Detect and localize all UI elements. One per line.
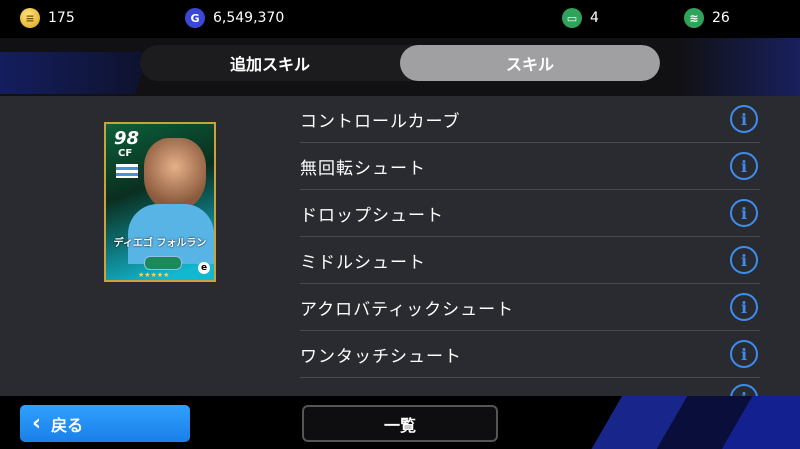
- info-icon[interactable]: i: [730, 105, 758, 133]
- coins-value: 175: [48, 10, 75, 26]
- coins-display: ≡ 175: [20, 8, 75, 28]
- ticket-icon: ▭: [562, 8, 582, 28]
- list-item: アクロバティックシュート i: [300, 284, 760, 331]
- coin-icon: ≡: [20, 8, 40, 28]
- ticket-a-display: ▭ 4: [562, 8, 599, 28]
- list-item: ドロップシュート i: [300, 190, 760, 237]
- skill-label: アクロバティックシュート: [300, 299, 515, 320]
- chevron-left-icon: ‹: [32, 411, 42, 436]
- gp-display: G 6,549,370: [185, 8, 284, 28]
- skill-label: 無回転シュート: [300, 158, 426, 179]
- tab-switcher: 追加スキル スキル: [140, 45, 660, 81]
- tab-skills[interactable]: スキル: [400, 45, 660, 81]
- info-icon[interactable]: i: [730, 340, 758, 368]
- efootball-logo-icon: e: [198, 262, 210, 274]
- list-item-partial: i: [300, 378, 760, 398]
- gp-icon: G: [185, 8, 205, 28]
- decorative-stripe: [570, 396, 800, 449]
- ticket-b-display: ≋ 26: [684, 8, 730, 28]
- skill-label: ミドルシュート: [300, 252, 426, 273]
- info-icon[interactable]: i: [730, 293, 758, 321]
- pass-icon: ≋: [684, 8, 704, 28]
- info-icon[interactable]: i: [730, 199, 758, 227]
- player-name: ディエゴ フォルラン: [113, 238, 207, 249]
- tab-additional-skills[interactable]: 追加スキル: [140, 45, 400, 81]
- info-icon[interactable]: i: [730, 246, 758, 274]
- list-item: 無回転シュート i: [300, 143, 760, 190]
- list-button[interactable]: 一覧: [302, 405, 498, 442]
- list-item: ワンタッチシュート i: [300, 331, 760, 378]
- ticket-a-value: 4: [590, 10, 599, 26]
- list-item: コントロールカーブ i: [300, 96, 760, 143]
- skill-list: コントロールカーブ i 無回転シュート i ドロップシュート i ミドルシュート…: [300, 96, 760, 398]
- star-rating-icon: ★★★★★: [138, 271, 170, 279]
- ticket-b-value: 26: [712, 10, 730, 26]
- skill-label: ドロップシュート: [300, 205, 444, 226]
- list-item: ミドルシュート i: [300, 237, 760, 284]
- card-rating: 98: [114, 128, 140, 149]
- list-button-label: 一覧: [383, 415, 416, 435]
- skill-label: ワンタッチシュート: [300, 346, 462, 367]
- player-card[interactable]: 98 CF ディエゴ フォルラン ★★★★★ e: [104, 122, 216, 282]
- skill-label: コントロールカーブ: [300, 111, 461, 132]
- back-button[interactable]: ‹ 戻る: [20, 405, 190, 442]
- gp-value: 6,549,370: [213, 10, 285, 26]
- currency-bar: ≡ 175 G 6,549,370 ▭ 4 ≋ 26: [0, 0, 800, 38]
- card-badge: [144, 256, 182, 270]
- country-flag-icon: [116, 164, 138, 178]
- decorative-stripe: [0, 52, 150, 94]
- decorative-stripe: [680, 38, 800, 96]
- back-button-label: 戻る: [51, 415, 84, 435]
- info-icon[interactable]: i: [730, 152, 758, 180]
- player-portrait: [144, 138, 206, 210]
- card-position: CF: [118, 148, 133, 159]
